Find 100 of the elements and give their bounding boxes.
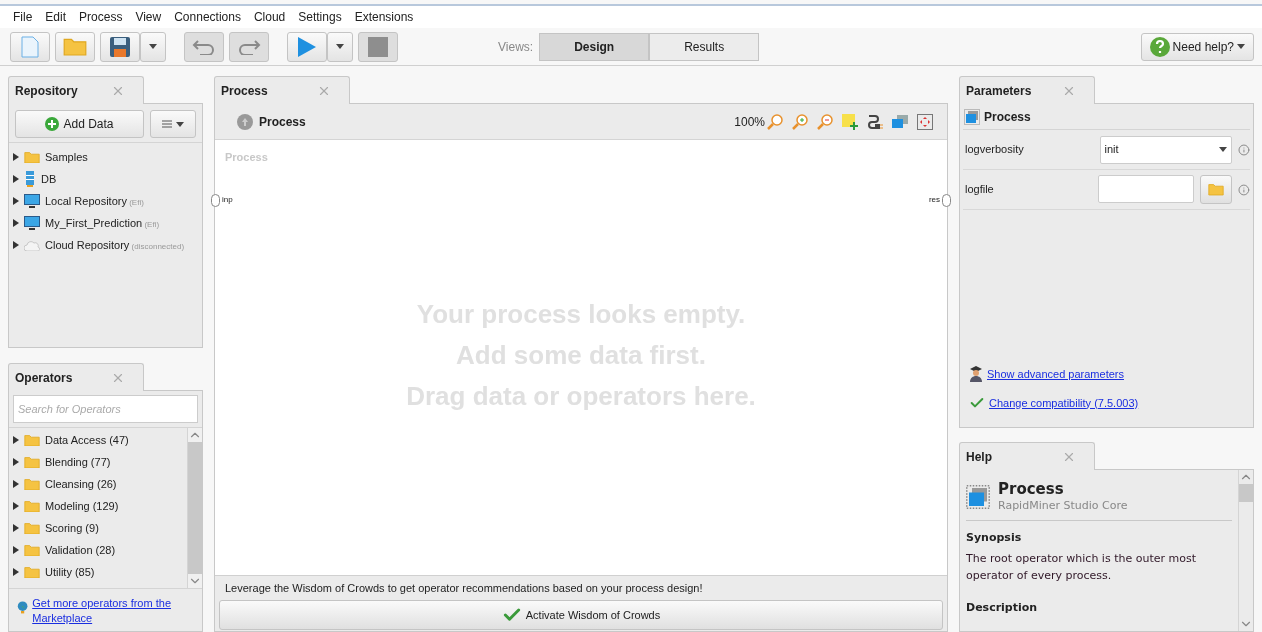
play-icon — [297, 35, 317, 58]
zoom-out-icon[interactable] — [817, 113, 833, 130]
scrollbar[interactable] — [1238, 470, 1253, 631]
expand-arrow-icon[interactable] — [13, 524, 19, 532]
scroll-thumb[interactable] — [188, 442, 202, 574]
expand-arrow-icon[interactable] — [13, 436, 19, 444]
view-tab[interactable]: Results — [649, 32, 760, 61]
menu-item[interactable]: Cloud — [253, 8, 286, 26]
help-button[interactable]: Need help? — [1140, 32, 1254, 61]
stop-button[interactable] — [358, 31, 398, 62]
tree-item[interactable]: Samples — [45, 148, 88, 166]
new-button[interactable] — [10, 31, 50, 62]
menu-item[interactable]: Connections — [174, 8, 241, 26]
section-heading: Synopsis — [966, 529, 1023, 546]
parameter-dropdown[interactable]: init — [1099, 135, 1233, 164]
expand-arrow-icon[interactable] — [13, 197, 19, 205]
search-field[interactable]: Search for Operators — [13, 395, 198, 423]
tree-item[interactable]: Cloud Repository (disconnected) — [45, 236, 185, 254]
menu-item[interactable]: File — [13, 8, 33, 26]
views-label: Views: — [498, 38, 534, 56]
tree-item[interactable]: Scoring (9) — [45, 519, 99, 537]
scrollbar[interactable] — [187, 428, 202, 588]
folder-icon — [24, 150, 40, 164]
tree-item[interactable]: Validation (28) — [45, 541, 116, 559]
operator-icon — [964, 108, 980, 125]
parameter-input[interactable] — [1098, 175, 1195, 203]
expand-arrow-icon[interactable] — [13, 546, 19, 554]
folder-icon — [24, 521, 40, 535]
menu-item[interactable]: View — [135, 8, 162, 26]
panel-tab[interactable]: Repository — [8, 76, 144, 104]
zoom-in-icon[interactable] — [792, 113, 808, 130]
menu-item[interactable]: Process — [79, 8, 123, 26]
undo-icon — [192, 38, 216, 55]
zoom-reset-icon[interactable] — [767, 113, 783, 130]
tree-item[interactable]: Local Repository (Efi) — [45, 192, 144, 210]
monitor-icon — [24, 194, 40, 208]
panel-tab[interactable]: Parameters — [959, 76, 1095, 104]
menu-item[interactable]: Extensions — [354, 8, 414, 26]
expand-arrow-icon[interactable] — [13, 502, 19, 510]
folder-icon — [24, 455, 40, 469]
wisdom-text: Leverage the Wisdom of Crowds to get operator recommendations based on your process design! — [224, 580, 704, 596]
cloud-icon — [24, 239, 40, 251]
tree-item[interactable]: Blending (77) — [45, 453, 111, 471]
expand-arrow-icon[interactable] — [13, 480, 19, 488]
input-port[interactable] — [211, 193, 220, 207]
marketplace-link[interactable]: Get more operators from the Marketplace — [32, 596, 194, 626]
folder-icon — [24, 565, 40, 579]
save-button[interactable] — [100, 31, 140, 62]
info-icon[interactable] — [1238, 183, 1250, 196]
fit-icon[interactable] — [917, 113, 933, 130]
expand-arrow-icon[interactable] — [13, 458, 19, 466]
scroll-thumb[interactable] — [1239, 484, 1253, 502]
panel-tab[interactable]: Operators — [8, 363, 144, 391]
view-tab[interactable]: Design — [539, 32, 650, 61]
menu-item[interactable]: Settings — [298, 8, 342, 26]
wisdom-button[interactable]: Activate Wisdom of Crowds — [219, 600, 943, 630]
undo-button[interactable] — [184, 31, 224, 62]
graduate-icon — [969, 366, 983, 383]
breadcrumb[interactable]: Process — [259, 112, 306, 131]
layers-icon[interactable] — [892, 114, 908, 129]
redo-button[interactable] — [229, 31, 269, 62]
expand-arrow-icon[interactable] — [13, 219, 19, 227]
open-button[interactable] — [55, 31, 95, 62]
expand-arrow-icon[interactable] — [13, 568, 19, 576]
browse-button[interactable] — [1200, 175, 1233, 204]
info-icon[interactable] — [1238, 143, 1250, 156]
parameter-link[interactable]: Show advanced parameters — [987, 366, 1124, 383]
expand-arrow-icon[interactable] — [13, 153, 19, 161]
tree-item[interactable]: Cleansing (26) — [45, 475, 117, 493]
expand-arrow-icon[interactable] — [13, 241, 19, 249]
question-icon — [1149, 36, 1170, 57]
globe-icon — [17, 599, 29, 615]
add-data-button[interactable]: Add Data — [15, 110, 144, 138]
run-menu-button[interactable] — [327, 31, 353, 62]
save-menu-button[interactable] — [140, 31, 166, 62]
folder-icon — [24, 477, 40, 491]
add-note-icon[interactable] — [842, 113, 858, 130]
folder-icon — [24, 433, 40, 447]
panel-tab[interactable]: Process — [214, 76, 350, 104]
tree-item[interactable]: Utility (85) — [45, 563, 95, 581]
plug-icon[interactable] — [867, 113, 883, 130]
repository-menu-button[interactable] — [150, 110, 196, 138]
tree-item[interactable]: Data Access (47) — [45, 431, 129, 449]
parameter-link[interactable]: Change compatibility (7.5.003) — [989, 394, 1139, 411]
folder-icon — [63, 36, 87, 57]
output-port[interactable] — [942, 193, 951, 207]
tree-item[interactable]: DB — [41, 170, 57, 188]
operator-name: Process — [984, 108, 1031, 126]
section-heading: Description — [966, 600, 1039, 616]
document-icon — [21, 35, 39, 58]
run-button[interactable] — [287, 31, 327, 62]
port-label: res — [928, 194, 940, 206]
expand-arrow-icon[interactable] — [13, 175, 19, 183]
tree-item[interactable]: Modeling (129) — [45, 497, 119, 515]
tree-item[interactable]: My_First_Prediction (Efi) — [45, 214, 160, 232]
panel-tab[interactable]: Help — [959, 442, 1095, 470]
stop-icon — [368, 36, 388, 57]
zoom-level: 100% — [734, 113, 765, 131]
menu-item[interactable]: Edit — [45, 8, 67, 26]
folder-icon — [24, 499, 40, 513]
